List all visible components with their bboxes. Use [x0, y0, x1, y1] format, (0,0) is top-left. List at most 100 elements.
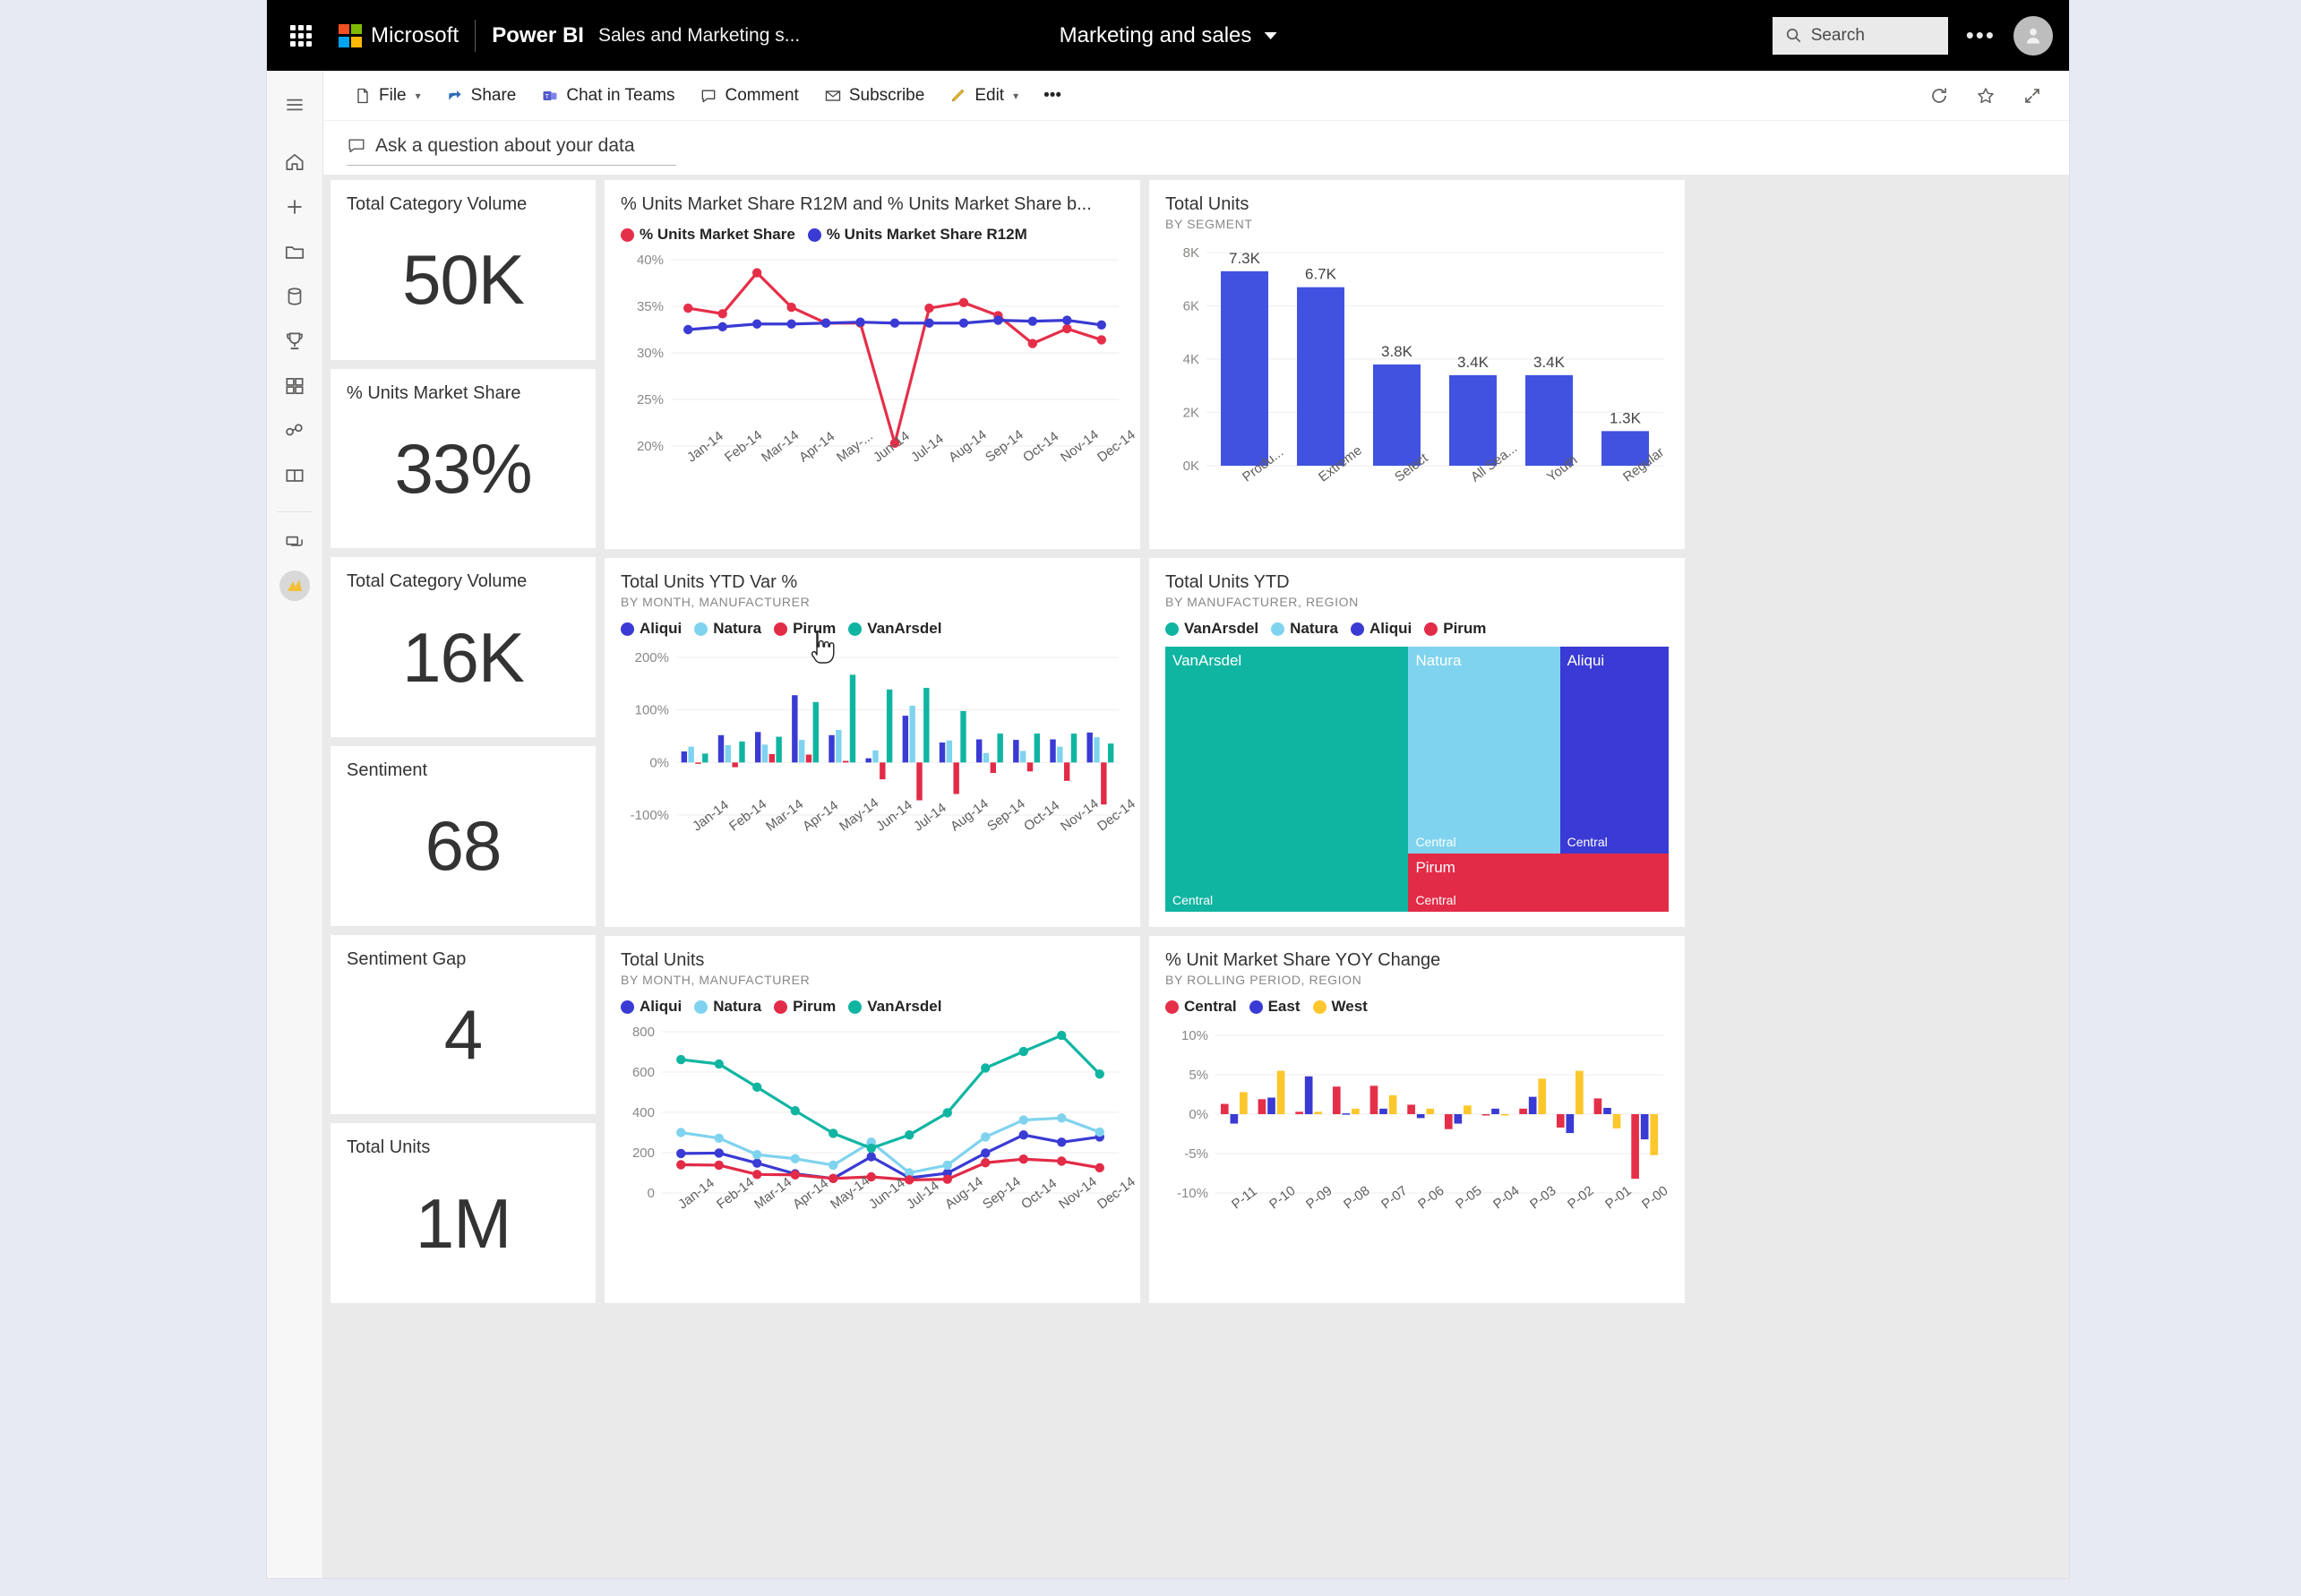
- legend-item-central[interactable]: Central: [1165, 998, 1237, 1016]
- svg-text:3.4K: 3.4K: [1457, 354, 1490, 371]
- sidebar-item-workspaces[interactable]: [274, 519, 315, 562]
- tile-total-units-by-segment[interactable]: Total Units BY SEGMENT 0K 2K 4K 6K 8K 7.3K 6.7…: [1149, 180, 1685, 549]
- share-button[interactable]: Share: [435, 80, 528, 112]
- tile-title: % Units Market Share R12M and % Units Ma…: [621, 194, 1092, 214]
- tile-total-units-by-month[interactable]: Total Units BY MONTH, MANUFACTURER Aliqu…: [605, 936, 1140, 1303]
- kpi-tile-units-market-share[interactable]: % Units Market Share 33%: [331, 368, 596, 549]
- tile-title: Total Units YTD: [1165, 572, 1290, 592]
- sidebar-item-home[interactable]: [274, 141, 315, 184]
- svg-text:-10%: -10%: [1177, 1186, 1208, 1201]
- legend-item-aliqui[interactable]: Aliqui: [1351, 620, 1412, 638]
- pipeline-icon: [286, 424, 303, 436]
- edit-label: Edit: [974, 85, 1005, 105]
- legend-item-vanarsdel[interactable]: VanArsdel: [1165, 620, 1258, 638]
- teams-icon: T: [543, 90, 557, 100]
- legend-item-natura[interactable]: Natura: [694, 620, 761, 638]
- svg-text:6.7K: 6.7K: [1305, 266, 1337, 283]
- database-icon: [288, 287, 302, 305]
- svg-text:T: T: [545, 91, 550, 99]
- legend-item-market-share[interactable]: % Units Market Share: [621, 226, 795, 244]
- chart-plot-area: -10% -5% 0% 5% 10% P-11 P-10 P-09 P-08 P-07 P-06 P-…: [1165, 1023, 1671, 1263]
- legend-label: Aliqui: [640, 620, 683, 637]
- chart-plot-area: 0 200 400 600 800 Jan-14 Feb-14 Mar-14 Apr-14 May…: [621, 1023, 1138, 1263]
- kpi-tile-total-units[interactable]: Total Units 1M: [331, 1123, 596, 1304]
- header-more-icon[interactable]: •••: [1966, 23, 1996, 47]
- kpi-tile-total-category-volume-50k[interactable]: Total Category Volume 50K: [331, 180, 596, 360]
- legend-item-natura[interactable]: Natura: [1271, 620, 1338, 638]
- legend-item-aliqui[interactable]: Aliqui: [621, 998, 682, 1016]
- legend-item-natura[interactable]: Natura: [694, 998, 761, 1016]
- comment-label: Comment: [725, 85, 799, 105]
- kpi-tile-sentiment-gap[interactable]: Sentiment Gap 4: [331, 934, 596, 1115]
- legend-label: Pirum: [1443, 620, 1487, 637]
- sidebar-item-create[interactable]: [274, 185, 315, 228]
- product-name[interactable]: Power BI: [492, 23, 584, 48]
- page-selector[interactable]: Marketing and sales: [1060, 23, 1277, 48]
- sidebar-item-current-workspace[interactable]: [274, 564, 315, 607]
- avatar[interactable]: [2013, 15, 2053, 56]
- legend-item-east[interactable]: East: [1249, 998, 1301, 1016]
- sidebar-item-apps[interactable]: [274, 365, 315, 408]
- sidebar-item-deployment[interactable]: [274, 409, 315, 452]
- qna-input[interactable]: Ask a question about your data: [347, 135, 676, 166]
- kpi-value: 4: [443, 995, 483, 1075]
- treemap-node-sublabel: Central: [1415, 892, 1456, 907]
- person-icon: [2026, 28, 2040, 44]
- legend-item-market-share-r12m[interactable]: % Units Market Share R12M: [807, 226, 1027, 244]
- refresh-button[interactable]: [1922, 79, 1956, 113]
- chat-in-teams-button[interactable]: T Chat in Teams: [530, 80, 685, 112]
- treemap-node[interactable]: Pirum Central: [1408, 854, 1669, 912]
- legend-label: Natura: [1290, 620, 1339, 637]
- sidebar-item-metrics[interactable]: [274, 320, 315, 363]
- legend-item-vanarsdel[interactable]: VanArsdel: [848, 998, 941, 1016]
- mail-icon: [825, 90, 840, 101]
- kpi-column: Total Category Volume 50K % Units Market…: [331, 180, 596, 1304]
- treemap-node-sublabel: Central: [1415, 835, 1456, 850]
- subscribe-button[interactable]: Subscribe: [813, 80, 936, 112]
- legend-label: VanArsdel: [1184, 620, 1259, 637]
- legend-label: Pirum: [793, 620, 837, 637]
- legend-label: VanArsdel: [867, 998, 942, 1015]
- legend-label: Aliqui: [640, 998, 683, 1015]
- kpi-tile-total-category-volume-16k[interactable]: Total Category Volume 16K: [331, 557, 596, 738]
- svg-text:3.8K: 3.8K: [1381, 343, 1413, 360]
- svg-text:20%: 20%: [637, 439, 664, 454]
- document-title[interactable]: Sales and Marketing s...: [598, 25, 800, 47]
- kpi-tile-sentiment[interactable]: Sentiment 68: [331, 746, 596, 926]
- legend-item-west[interactable]: West: [1312, 998, 1368, 1016]
- kpi-value: 16K: [402, 617, 525, 697]
- treemap-node-label: Pirum: [1415, 859, 1455, 877]
- legend-item-vanarsdel[interactable]: VanArsdel: [848, 620, 941, 638]
- fullscreen-button[interactable]: [2015, 79, 2049, 113]
- chart-plot-area: -100% 0% 100% 200% Jan-14 Feb-14 Mar-14 Apr-14 M…: [621, 645, 1139, 885]
- svg-text:0%: 0%: [1189, 1107, 1208, 1122]
- legend-item-aliqui[interactable]: Aliqui: [621, 620, 682, 638]
- tile-total-units-ytd-var[interactable]: Total Units YTD Var % BY MONTH, MANUFACT…: [605, 558, 1140, 927]
- search-input[interactable]: Search: [1772, 16, 1948, 55]
- chevron-down-icon: ▾: [415, 89, 421, 102]
- tile-market-share-line[interactable]: % Units Market Share R12M and % Units Ma…: [605, 180, 1140, 549]
- edit-button[interactable]: Edit ▾: [939, 80, 1029, 112]
- tile-title: Total Units: [621, 950, 705, 970]
- legend-item-pirum[interactable]: Pirum: [774, 620, 836, 638]
- treemap-node-label: VanArsdel: [1172, 652, 1242, 669]
- legend-item-pirum[interactable]: Pirum: [1424, 620, 1486, 638]
- microsoft-logo[interactable]: Microsoft: [339, 23, 459, 48]
- svg-text:-100%: -100%: [631, 808, 669, 823]
- tile-market-share-yoy[interactable]: % Unit Market Share YOY Change BY ROLLIN…: [1149, 936, 1685, 1303]
- sidebar-item-browse[interactable]: [274, 230, 315, 273]
- sidebar-item-hamburger[interactable]: [274, 83, 315, 126]
- legend-item-pirum[interactable]: Pirum: [774, 998, 836, 1016]
- treemap-node[interactable]: Natura Central: [1408, 647, 1560, 854]
- favorite-button[interactable]: [1969, 79, 2003, 113]
- toolbar-more-button[interactable]: •••: [1033, 80, 1072, 112]
- comment-button[interactable]: Comment: [689, 80, 809, 112]
- sidebar-item-learn[interactable]: [274, 454, 315, 497]
- treemap-node[interactable]: VanArsdel Central: [1165, 647, 1409, 912]
- treemap-node[interactable]: Aliqui Central: [1559, 647, 1669, 854]
- app-launcher-icon[interactable]: [283, 18, 319, 54]
- tile-total-units-ytd-treemap[interactable]: Total Units YTD BY MANUFACTURER, REGION …: [1149, 558, 1685, 927]
- sidebar-item-datahub[interactable]: [274, 275, 315, 318]
- file-button[interactable]: File ▾: [343, 80, 432, 112]
- svg-text:400: 400: [632, 1105, 655, 1120]
